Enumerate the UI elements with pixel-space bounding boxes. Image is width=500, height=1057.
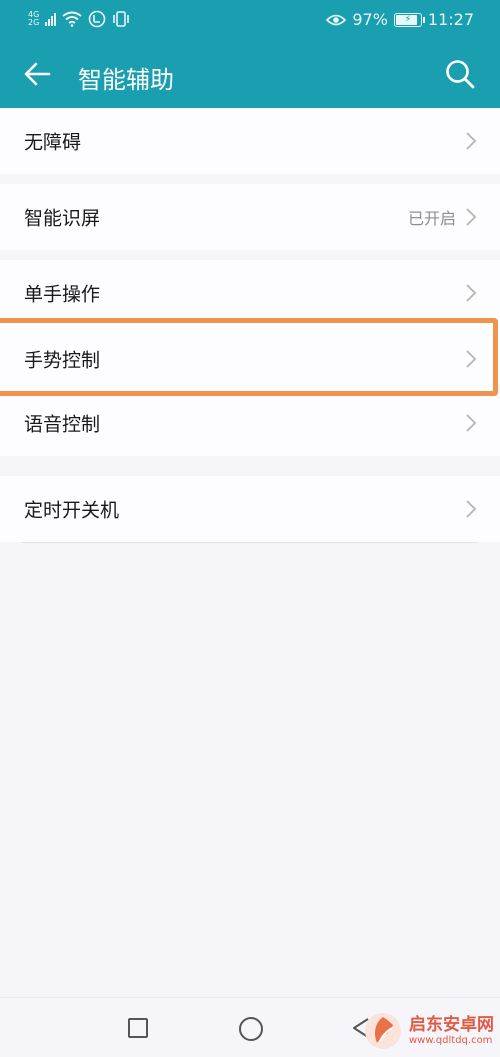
setting-row-gesture-control[interactable]: 手势控制	[0, 326, 500, 392]
data-saver-icon	[88, 10, 106, 28]
signal-icon	[45, 12, 57, 26]
title-bar: 智能辅助	[0, 40, 500, 108]
wifi-icon	[62, 11, 82, 27]
chevron-right-icon	[466, 208, 477, 226]
setting-row-accessibility[interactable]: 无障碍	[0, 108, 500, 174]
chevron-right-icon	[466, 284, 477, 302]
setting-row-one-hand[interactable]: 单手操作	[0, 260, 500, 326]
eye-comfort-icon	[326, 14, 347, 25]
chevron-right-icon	[466, 350, 477, 368]
vibrate-icon	[113, 11, 130, 27]
system-nav-bar: 启东安卓网 www.qdltdq.com	[0, 997, 500, 1057]
setting-label: 语音控制	[24, 413, 101, 436]
setting-row-voice-control[interactable]: 语音控制	[0, 390, 500, 456]
watermark: 启东安卓网 www.qdltdq.com	[363, 1011, 494, 1051]
status-time: 11:27	[427, 10, 474, 29]
home-circle-icon[interactable]	[239, 1017, 263, 1041]
settings-group-accessibility: 无障碍	[0, 108, 500, 174]
battery-percent: 97%	[352, 10, 388, 29]
watermark-logo-icon	[365, 1013, 401, 1049]
app-header: 4G 2G 97% ⚡ 11:27 智能辅助	[0, 0, 500, 108]
settings-group-control: 单手操作 手势控制 语音控制	[0, 260, 500, 456]
network-type: 4G 2G	[28, 11, 39, 27]
setting-status: 已开启	[407, 209, 456, 228]
search-icon[interactable]	[444, 58, 476, 90]
recents-square-icon[interactable]	[128, 1018, 148, 1038]
settings-group-smart-screen: 智能识屏 已开启	[0, 184, 500, 250]
page-title: 智能辅助	[78, 66, 174, 94]
chevron-right-icon	[466, 500, 477, 518]
setting-label: 定时开关机	[24, 499, 120, 522]
chevron-right-icon	[466, 414, 477, 432]
status-bar: 4G 2G 97% ⚡ 11:27	[0, 0, 500, 40]
network-2g-label: 2G	[28, 18, 40, 27]
setting-label: 手势控制	[24, 349, 101, 372]
settings-group-schedule: 定时开关机	[0, 476, 500, 542]
watermark-name: 启东安卓网	[409, 1014, 494, 1035]
chevron-right-icon	[466, 132, 477, 150]
setting-label: 单手操作	[24, 283, 101, 306]
arrow-left-icon[interactable]	[20, 56, 56, 92]
status-left: 4G 2G	[28, 10, 130, 28]
setting-label: 无障碍	[24, 131, 82, 154]
setting-row-scheduled-power[interactable]: 定时开关机	[0, 476, 500, 542]
setting-label: 智能识屏	[24, 207, 101, 230]
list-divider	[22, 542, 478, 543]
watermark-url: www.qdltdq.com	[409, 1034, 493, 1046]
status-right: 97% ⚡ 11:27	[326, 10, 474, 29]
battery-icon: ⚡	[393, 12, 425, 27]
setting-row-smart-screen[interactable]: 智能识屏 已开启	[0, 184, 500, 250]
